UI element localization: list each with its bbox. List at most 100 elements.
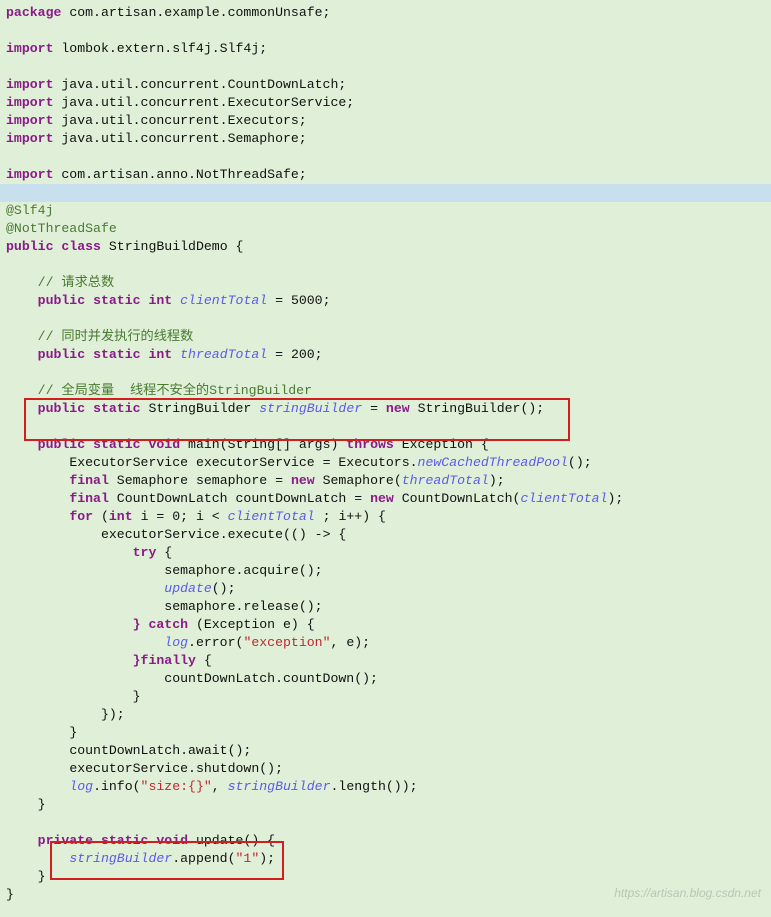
kw-final: final [69, 491, 109, 506]
kw-catch: } catch [133, 617, 188, 632]
log-var: log [69, 779, 93, 794]
sem-release: .release(); [236, 599, 323, 614]
cdl-var: countDownLatch [236, 491, 347, 506]
kw-class: class [61, 239, 101, 254]
val-5000: = 5000; [267, 293, 330, 308]
brace-close: } [133, 689, 141, 704]
comment-thread-total: // 同时并发执行的线程数 [38, 329, 194, 344]
kw-import: import [6, 167, 53, 182]
catch-close: ) { [291, 617, 315, 632]
blank-highlight [0, 184, 771, 202]
kw-public: public [38, 293, 85, 308]
cdl-countdown: .countDown(); [275, 671, 378, 686]
comment-req-total: // 请求总数 [38, 275, 115, 290]
es-var: executorService [69, 761, 188, 776]
import-ex: java.util.concurrent.Executors; [53, 113, 306, 128]
kw-private: private [38, 833, 93, 848]
cdl-close: ); [608, 491, 624, 506]
import-es: java.util.concurrent.ExecutorService; [53, 95, 354, 110]
kw-throws: throws [346, 437, 393, 452]
sem-type: Semaphore [109, 473, 196, 488]
ref-clienttotal: clientTotal [520, 491, 607, 506]
log-info-a: .info( [93, 779, 140, 794]
field-threadtotal: threadTotal [180, 347, 267, 362]
for-a: ( [93, 509, 109, 524]
pkg-name: com.artisan.example.commonUnsafe; [61, 5, 330, 20]
brace-close: } [69, 725, 77, 740]
kw-new: new [291, 473, 315, 488]
kw-static: static [93, 347, 140, 362]
ref-sb: stringBuilder [69, 851, 172, 866]
kw-import: import [6, 41, 53, 56]
ref-threadtotal: threadTotal [402, 473, 489, 488]
str-one: "1" [236, 851, 260, 866]
cdl-var: countDownLatch [69, 743, 180, 758]
log-error-b: , [331, 635, 347, 650]
finally-open: { [196, 653, 212, 668]
es-tail: (); [568, 455, 592, 470]
ref-sb: stringBuilder [228, 779, 331, 794]
kw-public: public [6, 239, 53, 254]
str-size: "size:{}" [141, 779, 212, 794]
import-sem: java.util.concurrent.Semaphore; [53, 131, 306, 146]
kw-final: final [69, 473, 109, 488]
kw-int: int [148, 347, 172, 362]
kw-import: import [6, 131, 53, 146]
kw-for: for [69, 509, 93, 524]
cdl-type: CountDownLatch [109, 491, 236, 506]
lambda-close: }); [101, 707, 125, 722]
sem-ctor: Semaphore( [315, 473, 402, 488]
sem-var: semaphore [164, 563, 235, 578]
kw-try: try [133, 545, 157, 560]
type-sb: StringBuilder [148, 401, 259, 416]
sb-ctor: StringBuilder(); [410, 401, 545, 416]
kw-finally: }finally [133, 653, 196, 668]
kw-static: static [101, 833, 148, 848]
kw-void: void [156, 833, 188, 848]
cdl-await: .await(); [180, 743, 251, 758]
kw-int: int [109, 509, 133, 524]
ref-clienttotal: clientTotal [228, 509, 315, 524]
kw-void: void [148, 437, 180, 452]
sem-var: semaphore [164, 599, 235, 614]
class-name: StringBuildDemo { [101, 239, 243, 254]
kw-public: public [38, 437, 85, 452]
anno-slf4j: @Slf4j [6, 203, 53, 218]
catch-sig: (Exception [188, 617, 283, 632]
kw-new: new [386, 401, 410, 416]
update-sig: update() { [188, 833, 275, 848]
sb-append-b: ); [259, 851, 275, 866]
field-clienttotal: clientTotal [180, 293, 267, 308]
sb-append-a: .append( [172, 851, 235, 866]
eq-new: = [267, 473, 291, 488]
eq-new: = [362, 401, 386, 416]
eq-new: = [346, 491, 370, 506]
brace-close: } [38, 869, 46, 884]
cdl-var: countDownLatch [164, 671, 275, 686]
log-error-a: .error( [188, 635, 243, 650]
kw-static: static [93, 437, 140, 452]
import-anno: com.artisan.anno.NotThreadSafe; [53, 167, 306, 182]
comment-sb: // 全局变量 线程不安全的StringBuilder [38, 383, 312, 398]
log-error-c: ); [354, 635, 370, 650]
args-var: args [299, 437, 331, 452]
sem-close: ); [489, 473, 505, 488]
code-block: package com.artisan.example.commonUnsafe… [0, 0, 771, 908]
brace-close: } [38, 797, 46, 812]
brace-close: } [6, 887, 14, 902]
log-info-b: , [212, 779, 228, 794]
kw-int: int [148, 293, 172, 308]
for-d: ; [315, 509, 339, 524]
cdl-ctor: CountDownLatch( [394, 491, 521, 506]
kw-new: new [370, 491, 394, 506]
str-exception: "exception" [243, 635, 330, 650]
for-c: < [204, 509, 228, 524]
es-shutdown: .shutdown(); [188, 761, 283, 776]
es-var: executorService [101, 527, 220, 542]
code-content: package com.artisan.example.commonUnsafe… [6, 4, 765, 904]
kw-public: public [38, 347, 85, 362]
sem-acquire: .acquire(); [236, 563, 323, 578]
es-type: ExecutorService [69, 455, 196, 470]
es-eq: = Executors. [315, 455, 418, 470]
kw-static: static [93, 293, 140, 308]
